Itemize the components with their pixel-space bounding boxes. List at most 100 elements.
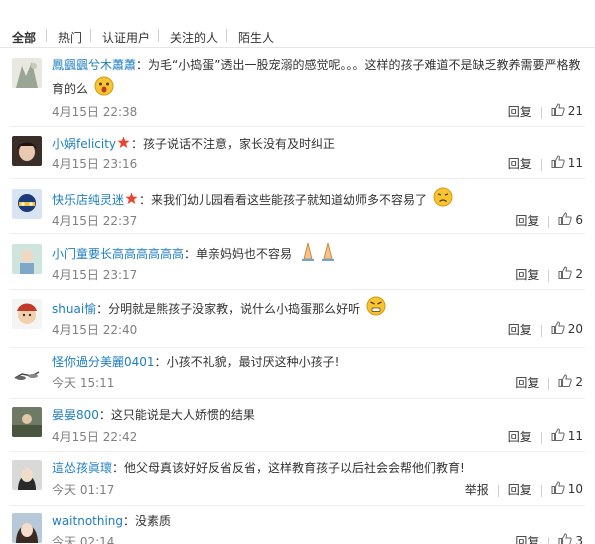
like-count: 2 bbox=[575, 267, 583, 281]
comment-divider bbox=[10, 398, 585, 399]
action-separator bbox=[540, 106, 542, 119]
comment-time: 4月15日 22:42 bbox=[52, 430, 138, 444]
comment-username[interactable]: 小门童要长高高高高高高 bbox=[52, 247, 184, 261]
verified-star-icon bbox=[117, 134, 130, 156]
report-button[interactable]: 举报 bbox=[465, 483, 489, 497]
like-button[interactable]: 3 bbox=[558, 533, 583, 544]
avatar[interactable] bbox=[12, 189, 42, 219]
action-separator bbox=[540, 431, 542, 444]
reply-button[interactable]: 回复 bbox=[515, 376, 539, 390]
comment-text: 孩子说话不注意，家长没有及时纠正 bbox=[143, 137, 336, 151]
thumbs-up-icon bbox=[551, 481, 565, 497]
comment-divider bbox=[10, 233, 585, 234]
action-separator bbox=[497, 484, 499, 497]
avatar[interactable] bbox=[12, 299, 42, 329]
comment-time: 今天 01:17 bbox=[52, 483, 115, 497]
avatar[interactable] bbox=[12, 244, 42, 274]
action-separator bbox=[548, 536, 550, 544]
tab-following[interactable]: 关注的人 bbox=[170, 29, 218, 46]
reply-button[interactable]: 回复 bbox=[508, 483, 532, 497]
comment-actions: 回复 21 bbox=[508, 103, 583, 120]
reply-button[interactable]: 回复 bbox=[508, 157, 532, 171]
comment-username[interactable]: waitnothing bbox=[52, 514, 123, 528]
like-button[interactable]: 21 bbox=[551, 103, 583, 119]
thumbs-up-icon bbox=[558, 212, 573, 228]
comment-actions: 回复 3 bbox=[515, 533, 583, 544]
avatar[interactable] bbox=[12, 407, 42, 437]
tab-hot[interactable]: 热门 bbox=[58, 29, 82, 46]
comment-actions: 回复 11 bbox=[508, 428, 583, 445]
sad-emoji bbox=[433, 187, 453, 214]
like-count: 11 bbox=[567, 429, 583, 443]
like-button[interactable]: 2 bbox=[558, 266, 583, 282]
thumbs-up-icon bbox=[551, 155, 565, 171]
comment-username[interactable]: 快乐店纯灵迷 bbox=[52, 193, 124, 207]
like-button[interactable]: 6 bbox=[558, 212, 583, 228]
avatar[interactable] bbox=[12, 136, 42, 166]
comment-divider bbox=[10, 505, 585, 506]
comment-username[interactable]: 這怂孩眞瓌 bbox=[52, 461, 112, 475]
tab-strangers[interactable]: 陌生人 bbox=[238, 29, 274, 46]
thumbs-up-icon bbox=[551, 103, 565, 119]
reply-button[interactable]: 回复 bbox=[515, 535, 539, 544]
like-button[interactable]: 2 bbox=[558, 374, 583, 390]
comment-username[interactable]: 鳳颻颻兮木蕭蕭 bbox=[52, 58, 136, 72]
thumbs-up-icon bbox=[558, 266, 573, 282]
comment-divider bbox=[10, 451, 585, 452]
comment-divider bbox=[10, 347, 585, 348]
like-button[interactable]: 10 bbox=[551, 481, 583, 497]
action-separator bbox=[540, 484, 542, 497]
comment-content: 小娲felicity ：孩子说话不注意，家长没有及时纠正 bbox=[52, 133, 585, 156]
surprised-emoji bbox=[94, 76, 114, 103]
comment-time: 今天 15:11 bbox=[52, 376, 115, 390]
comment-time: 4月15日 22:38 bbox=[52, 105, 138, 119]
comment-filter-tabs: 全部 热门 认证用户 关注的人 陌生人 bbox=[0, 0, 595, 48]
comment-divider bbox=[10, 178, 585, 179]
comment-time: 4月15日 23:17 bbox=[52, 268, 138, 282]
avatar[interactable] bbox=[12, 513, 42, 543]
reply-button[interactable]: 回复 bbox=[508, 323, 532, 337]
comment-username[interactable]: 晏晏800 bbox=[52, 408, 99, 422]
reply-button[interactable]: 回复 bbox=[515, 214, 539, 228]
tab-separator bbox=[226, 29, 227, 42]
comment-actions: 回复 2 bbox=[515, 374, 583, 391]
praying-hands-emoji bbox=[298, 241, 338, 268]
tab-separator bbox=[46, 29, 47, 42]
thumbs-up-icon bbox=[551, 428, 565, 444]
action-separator bbox=[548, 377, 550, 390]
comment-text: 他父母真该好好反省反省，这样教育孩子以后社会会帮他们教育! bbox=[124, 461, 465, 475]
avatar[interactable] bbox=[12, 354, 42, 384]
like-button[interactable]: 20 bbox=[551, 321, 583, 337]
comment-text: 小孩不礼貌，最讨厌这种小孩子! bbox=[166, 355, 340, 369]
like-button[interactable]: 11 bbox=[551, 155, 583, 171]
like-count: 6 bbox=[575, 213, 583, 227]
thumbs-up-icon bbox=[558, 374, 573, 390]
like-count: 2 bbox=[575, 375, 583, 389]
comment-divider bbox=[10, 126, 585, 127]
like-count: 11 bbox=[567, 156, 583, 170]
like-button[interactable]: 11 bbox=[551, 428, 583, 444]
like-count: 21 bbox=[567, 104, 583, 118]
comment-username[interactable]: shuai愉 bbox=[52, 302, 96, 316]
reply-button[interactable]: 回复 bbox=[515, 268, 539, 282]
comment-username[interactable]: 怪你過分美麗0401 bbox=[52, 355, 155, 369]
comment-text: 没素质 bbox=[135, 514, 172, 528]
like-count: 10 bbox=[567, 482, 583, 496]
comment-username[interactable]: 小娲felicity bbox=[52, 137, 116, 151]
reply-button[interactable]: 回复 bbox=[508, 430, 532, 444]
comment-content: 快乐店纯灵迷 ：来我们幼儿园看看这些能孩子就知道幼师多不容易了 bbox=[52, 187, 585, 214]
avatar[interactable] bbox=[12, 460, 42, 490]
tab-verified-users[interactable]: 认证用户 bbox=[102, 29, 150, 46]
comment-content: 這怂孩眞瓌：他父母真该好好反省反省，这样教育孩子以后社会会帮他们教育! bbox=[52, 461, 465, 475]
comment-content: 怪你過分美麗0401：小孩不礼貌，最讨厌这种小孩子! bbox=[52, 355, 340, 369]
comment-actions: 回复 11 bbox=[508, 155, 583, 172]
comment-content: 小门童要长高高高高高高：单亲妈妈也不容易 bbox=[52, 241, 585, 268]
tab-all[interactable]: 全部 bbox=[12, 29, 36, 46]
reply-button[interactable]: 回复 bbox=[508, 105, 532, 119]
comment-actions: 回复 20 bbox=[508, 321, 583, 338]
comment-content: shuai愉：分明就是熊孩子没家教，说什么小捣蛋那么好听 bbox=[52, 296, 585, 323]
avatar[interactable] bbox=[12, 58, 42, 88]
comment-actions: 回复 6 bbox=[515, 212, 583, 229]
action-separator bbox=[540, 324, 542, 337]
thumbs-up-icon bbox=[551, 321, 565, 337]
